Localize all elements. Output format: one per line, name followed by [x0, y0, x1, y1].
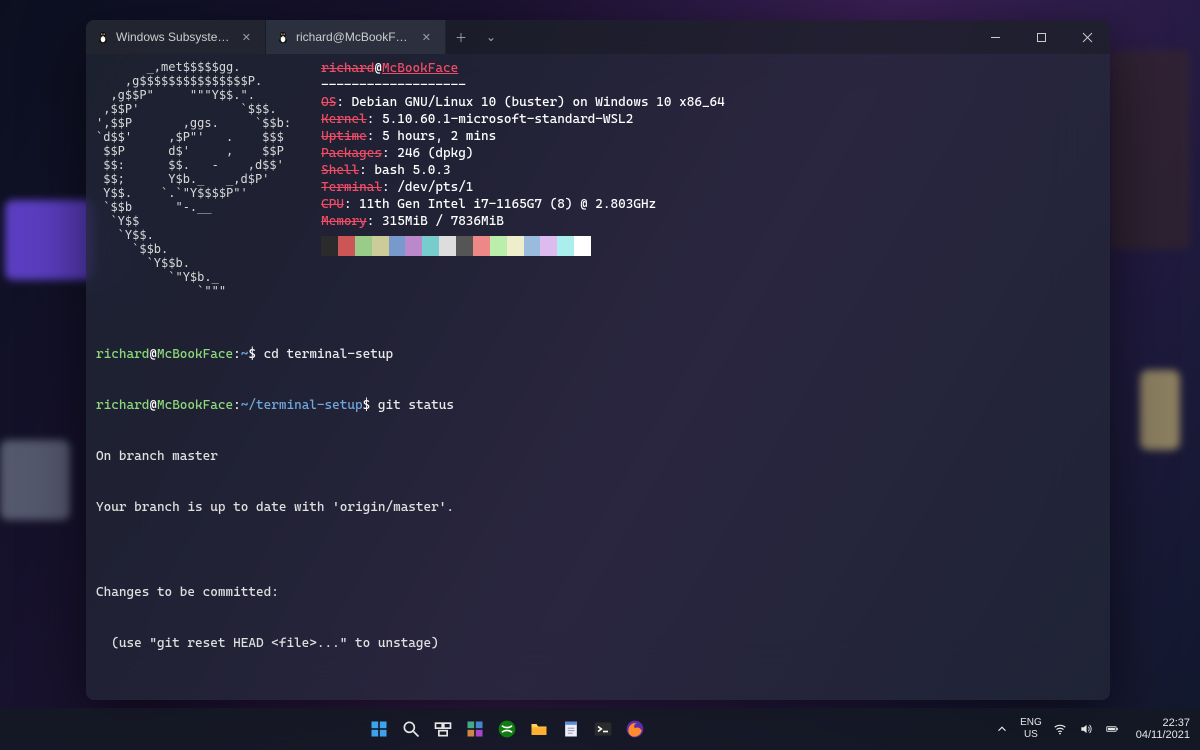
file-explorer-icon[interactable] — [526, 716, 552, 742]
close-button[interactable] — [1064, 20, 1110, 54]
notepad-icon[interactable] — [558, 716, 584, 742]
neofetch-separator: ------------------- — [321, 77, 725, 94]
tab-close-icon[interactable]: ✕ — [238, 29, 255, 46]
maximize-button[interactable] — [1018, 20, 1064, 54]
tux-icon — [276, 30, 290, 44]
terminal-body[interactable]: _,met$$$$$gg. ,g$$$$$$$$$$$$$$$P. ,g$$P"… — [86, 54, 1110, 700]
tray-chevron-icon[interactable] — [994, 721, 1010, 737]
tab-label: Windows Subsystem for Linux P — [116, 30, 232, 44]
new-tab-button[interactable]: ＋ — [446, 20, 476, 54]
minimize-button[interactable] — [972, 20, 1018, 54]
widgets-icon[interactable] — [462, 716, 488, 742]
search-icon[interactable] — [398, 716, 424, 742]
wallpaper-accent — [1110, 50, 1190, 250]
wallpaper-accent — [1140, 370, 1180, 450]
clock[interactable]: 22:3704/11/2021 — [1130, 717, 1190, 741]
xbox-icon[interactable] — [494, 716, 520, 742]
neofetch-userhost: richard@McBookFace — [321, 60, 725, 77]
wallpaper-accent — [0, 440, 70, 520]
color-swatches — [321, 236, 591, 256]
neofetch-ascii-logo: _,met$$$$$gg. ,g$$$$$$$$$$$$$$$P. ,g$$P"… — [96, 60, 291, 298]
tab-close-icon[interactable]: ✕ — [418, 29, 435, 46]
system-tray: ENGUS 22:3704/11/2021 — [994, 717, 1200, 741]
start-button[interactable] — [366, 716, 392, 742]
wifi-icon[interactable] — [1052, 721, 1068, 737]
terminal-window: Windows Subsystem for Linux P ✕ richard@… — [86, 20, 1110, 700]
tab-terminal-session[interactable]: richard@McBookFace: ~/termin ✕ — [266, 20, 446, 54]
tab-wsl[interactable]: Windows Subsystem for Linux P ✕ — [86, 20, 266, 54]
firefox-icon[interactable] — [622, 716, 648, 742]
titlebar[interactable]: Windows Subsystem for Linux P ✕ richard@… — [86, 20, 1110, 54]
tab-label: richard@McBookFace: ~/termin — [296, 30, 412, 44]
battery-icon[interactable] — [1104, 721, 1120, 737]
wallpaper-accent — [5, 200, 95, 280]
titlebar-drag-region[interactable] — [506, 20, 972, 54]
shell-session: richard@McBookFace:~$ cd terminal-setup … — [96, 312, 1100, 700]
taskbar: ENGUS 22:3704/11/2021 — [0, 708, 1200, 750]
windows-terminal-icon[interactable] — [590, 716, 616, 742]
tab-dropdown-button[interactable]: ⌄ — [476, 20, 506, 54]
language-indicator[interactable]: ENGUS — [1020, 717, 1042, 741]
tux-icon — [96, 30, 110, 44]
neofetch-info: richard@McBookFace ------------------- O… — [321, 60, 725, 298]
volume-icon[interactable] — [1078, 721, 1094, 737]
taskbar-center — [20, 716, 994, 742]
task-view-icon[interactable] — [430, 716, 456, 742]
